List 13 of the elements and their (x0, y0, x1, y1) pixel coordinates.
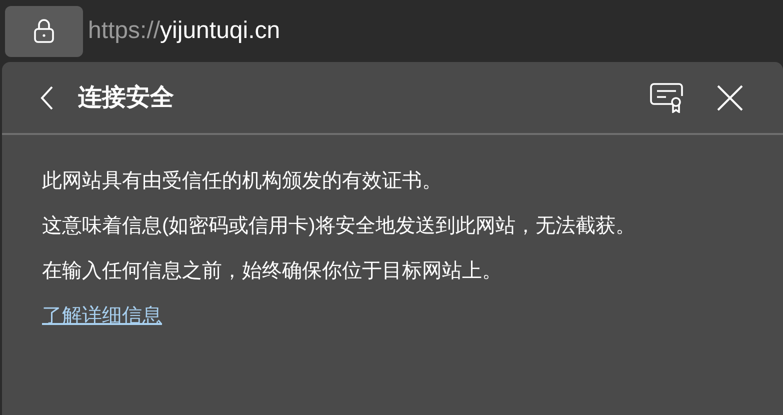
close-icon (717, 84, 743, 110)
certificate-icon (650, 82, 684, 112)
url-scheme: https:// (88, 16, 160, 46)
lock-icon (33, 18, 55, 44)
close-button[interactable] (715, 82, 745, 112)
info-text: 这意味着信息(如密码或信用卡)将安全地发送到此网站，无法截获。 (42, 214, 636, 239)
back-icon (40, 86, 54, 110)
learn-more-link[interactable]: 了解详细信息 (42, 305, 162, 327)
site-info-button[interactable] (5, 6, 83, 56)
panel-title: 连接安全 (78, 82, 174, 112)
info-text: 此网站具有由受信任的机构颁发的有效证书。 (42, 169, 443, 194)
info-text: 在输入任何信息之前，始终确保你位于目标网站上。 (42, 259, 503, 284)
url-host: yijuntuqi.cn (160, 16, 280, 46)
